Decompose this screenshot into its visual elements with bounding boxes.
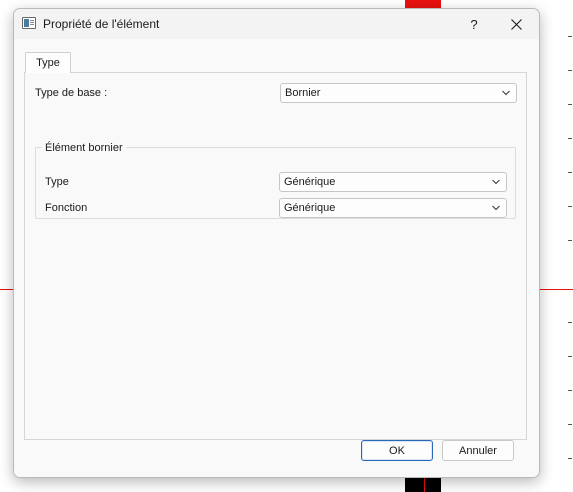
background-tick [568, 206, 572, 207]
background-tick [568, 172, 572, 173]
tab-panel-type: Type de base : Bornier Élément bornier T… [24, 72, 527, 440]
function-value: Générique [284, 202, 336, 214]
base-type-label: Type de base : [35, 87, 108, 99]
chevron-down-icon [502, 90, 510, 96]
title-bar[interactable]: Propriété de l'élément ? [14, 9, 539, 39]
function-label: Fonction [45, 202, 88, 214]
function-combobox[interactable]: Générique [279, 198, 507, 218]
background-tick [568, 70, 572, 71]
background-tick [568, 36, 572, 37]
type-value: Générique [284, 176, 336, 188]
background-tick [568, 322, 572, 323]
close-icon [510, 18, 522, 30]
ok-button[interactable]: OK [361, 440, 433, 461]
window-title: Propriété de l'élément [43, 17, 160, 31]
dialog-content: Type Type de base : Bornier Élément born… [14, 39, 539, 477]
background-tick [568, 458, 572, 459]
app-window-icon [22, 17, 36, 29]
background-tick [568, 240, 572, 241]
group-title: Élément bornier [42, 142, 126, 154]
background-tick [568, 138, 572, 139]
background-tick [568, 424, 572, 425]
background-tick [568, 356, 572, 357]
background-tick [568, 104, 572, 105]
background-red-line [424, 478, 425, 492]
help-button[interactable]: ? [459, 13, 489, 35]
base-type-value: Bornier [285, 87, 321, 99]
type-combobox[interactable]: Générique [279, 172, 507, 192]
tab-type[interactable]: Type [25, 52, 71, 73]
type-label: Type [45, 176, 69, 188]
cancel-button[interactable]: Annuler [442, 440, 514, 461]
element-properties-dialog: Propriété de l'élément ? Type Type de ba… [13, 8, 540, 478]
background-red-line [0, 289, 14, 290]
background-red-line [540, 289, 573, 290]
chevron-down-icon [492, 205, 500, 211]
base-type-combobox[interactable]: Bornier [280, 83, 517, 103]
chevron-down-icon [492, 179, 500, 185]
close-button[interactable] [501, 13, 531, 35]
background-tick [568, 390, 572, 391]
